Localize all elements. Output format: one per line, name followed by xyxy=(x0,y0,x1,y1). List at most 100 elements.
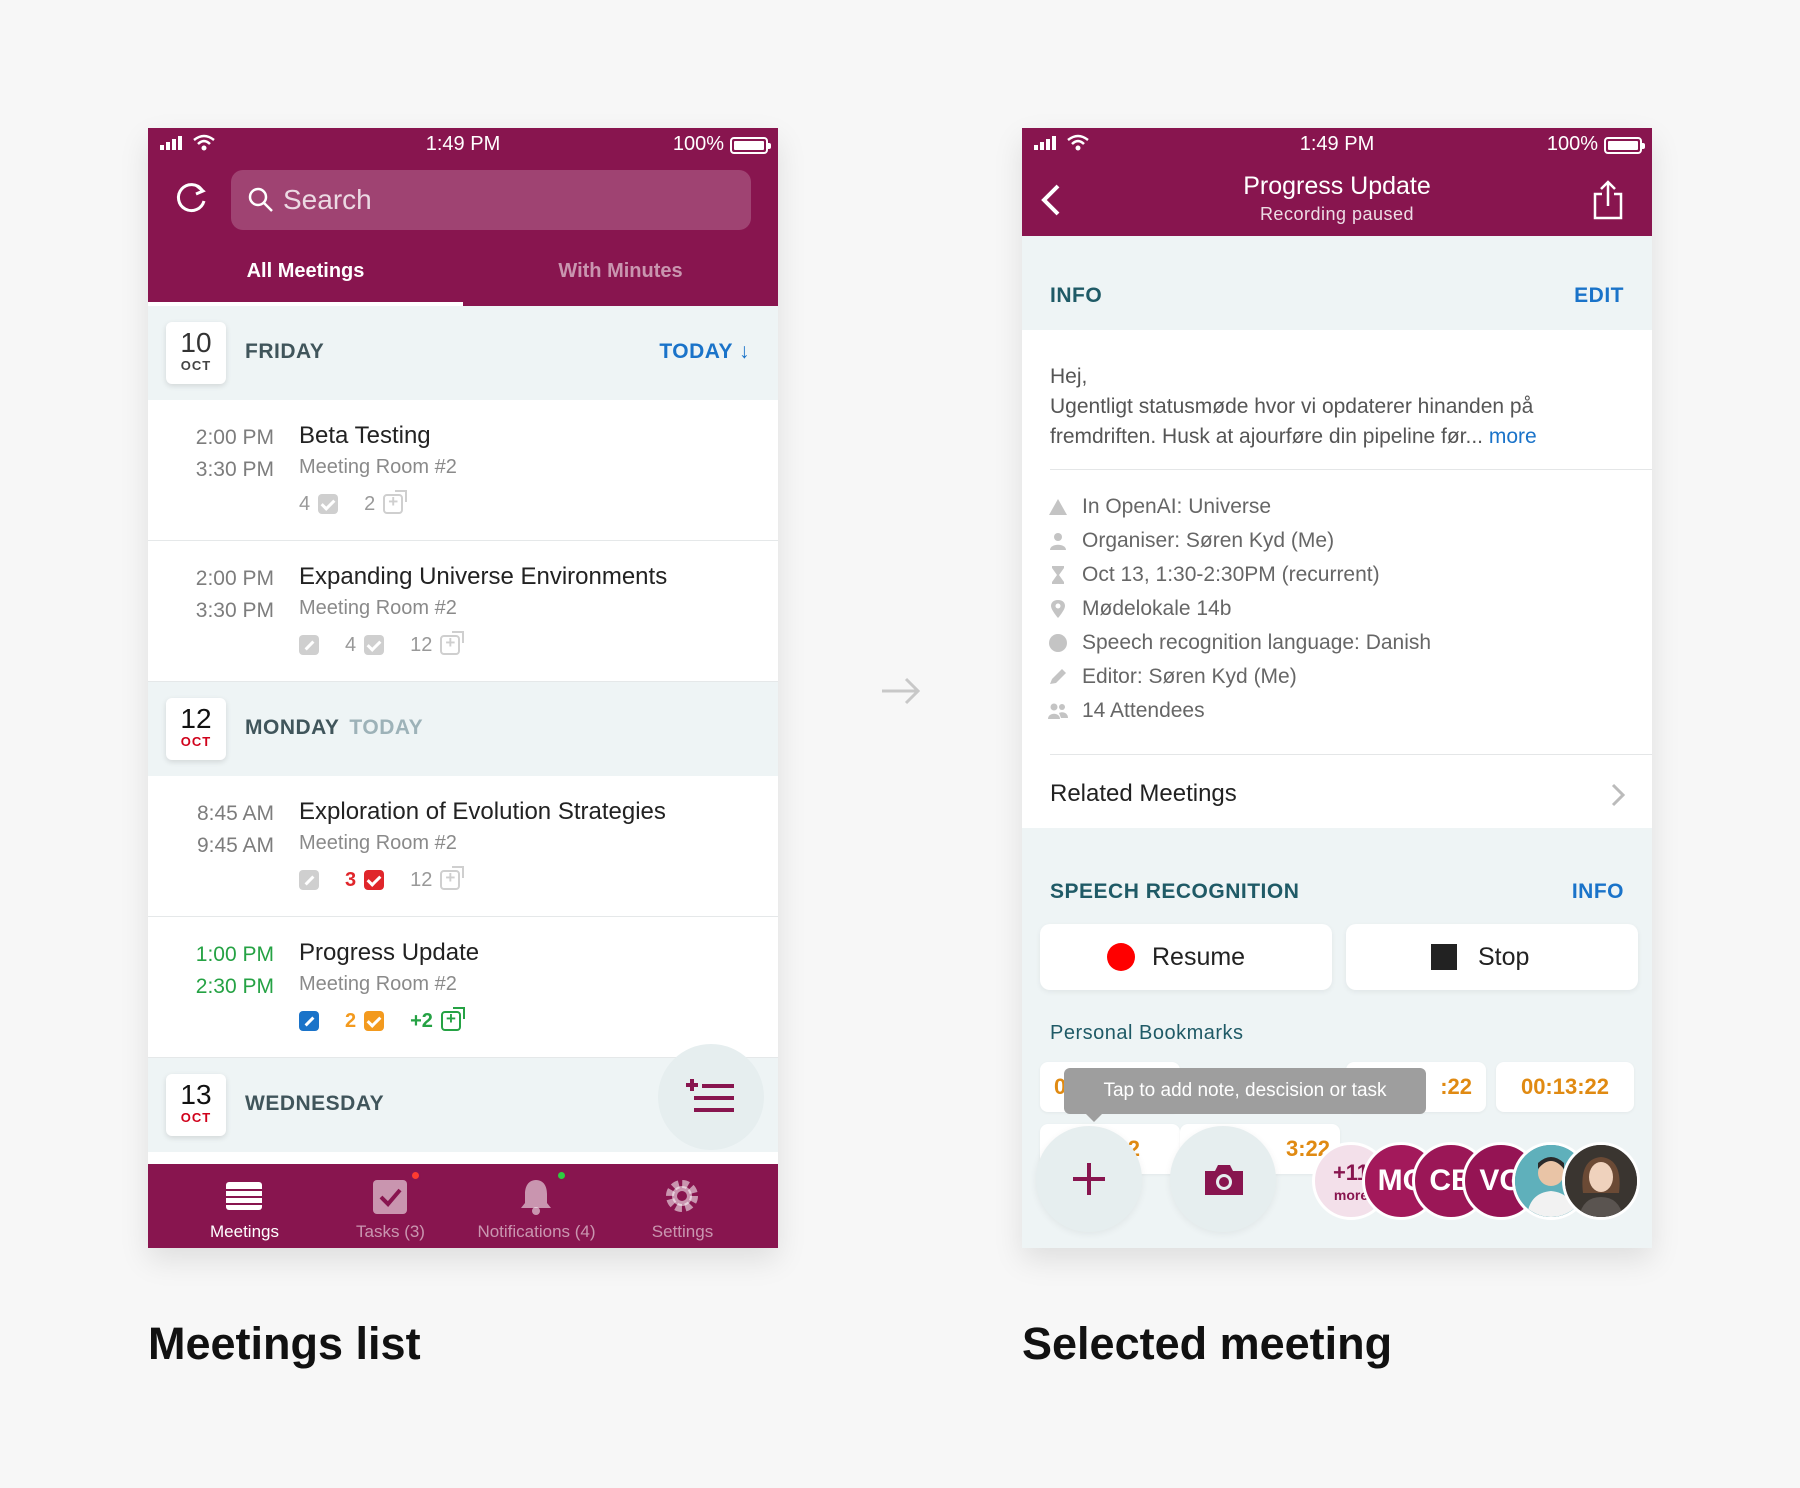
add-meeting-button[interactable] xyxy=(658,1044,764,1150)
chevron-right-icon[interactable] xyxy=(1610,782,1626,808)
meeting-room: Meeting Room #2 xyxy=(299,597,457,619)
meeting-start: 2:00 PM xyxy=(195,567,274,590)
day-name: MONDAY TODAY xyxy=(245,716,423,740)
day-name: WEDNESDAY xyxy=(245,1092,385,1115)
battery-percent: 100% xyxy=(672,133,724,155)
date-badge: 10 OCT xyxy=(166,322,226,384)
meeting-row[interactable]: 1:00 PM 2:30 PM Progress Update Meeting R… xyxy=(148,917,778,1058)
duplicate-icon xyxy=(383,490,408,514)
stop-recording-button[interactable]: Stop xyxy=(1346,924,1638,990)
day-header: 10 OCT FRIDAY TODAY ↓ xyxy=(148,306,778,400)
edit-note-icon xyxy=(299,870,319,890)
description-line: fremdriften. Husk at ajourføre din pipel… xyxy=(1050,425,1484,448)
add-note-button[interactable] xyxy=(1036,1126,1142,1232)
meeting-row[interactable]: 2:00 PM 3:30 PM Beta Testing Meeting Room… xyxy=(148,400,778,541)
property-text: Mødelokale 14b xyxy=(1082,597,1232,620)
camera-icon xyxy=(1205,1165,1243,1195)
date-month: OCT xyxy=(180,358,212,373)
location-pin-icon xyxy=(1051,600,1065,618)
caption-meetings-list: Meetings list xyxy=(148,1318,421,1369)
duplicate-icon xyxy=(440,866,465,890)
tab-with-minutes[interactable]: With Minutes xyxy=(463,256,778,306)
task-count: 4 xyxy=(299,492,311,515)
jump-to-today-link[interactable]: TODAY ↓ xyxy=(659,340,750,364)
meeting-row[interactable]: 2:00 PM 3:30 PM Expanding Universe Enviro… xyxy=(148,541,778,682)
meetings-list-icon xyxy=(226,1182,262,1210)
battery-icon xyxy=(730,137,771,154)
edit-button[interactable]: EDIT xyxy=(1574,284,1624,308)
more-link[interactable]: more xyxy=(1489,425,1537,448)
info-section-label: INFO xyxy=(1050,284,1103,307)
edit-note-icon xyxy=(299,635,319,655)
notification-dot xyxy=(556,1170,567,1181)
related-meetings-link[interactable]: Related Meetings xyxy=(1050,780,1237,808)
attendees-icon xyxy=(1048,703,1068,719)
meetings-list-screen: 1:49 PM 100% All Meetings With Minutes 1… xyxy=(148,128,778,1248)
status-bar: 1:49 PM 100% xyxy=(148,128,778,160)
add-note-tooltip: Tap to add note, descision or task xyxy=(1064,1068,1426,1122)
tab-all-meetings[interactable]: All Meetings xyxy=(148,256,463,306)
property-text: Editor: Søren Kyd (Me) xyxy=(1082,665,1297,688)
battery-icon xyxy=(1604,137,1645,154)
pencil-icon xyxy=(1050,669,1066,684)
meeting-tabs: All Meetings With Minutes xyxy=(148,256,778,306)
copy-count: 12 xyxy=(410,868,433,891)
meeting-start: 1:00 PM xyxy=(195,943,274,966)
person-icon xyxy=(1050,533,1066,550)
meeting-title: Progress Update xyxy=(1243,172,1431,200)
date-badge: 12 OCT xyxy=(166,698,226,760)
description-line: Ugentligt statusmøde hvor vi opdaterer h… xyxy=(1050,395,1534,418)
camera-button[interactable] xyxy=(1170,1126,1276,1232)
meeting-stats: 4 2 xyxy=(299,490,408,516)
app-header: 1:49 PM 100% All Meetings With Minutes xyxy=(148,128,778,306)
bookmark-chip[interactable]: 00:13:22 xyxy=(1496,1062,1634,1112)
avatar-photo[interactable] xyxy=(1562,1142,1640,1220)
add-list-icon xyxy=(686,1079,734,1112)
meeting-stats: 4 12 xyxy=(299,631,465,657)
property-text: Oct 13, 1:30-2:30PM (recurrent) xyxy=(1082,563,1380,586)
tab-notifications[interactable]: Notifications (4) xyxy=(458,1164,615,1248)
meeting-end: 3:30 PM xyxy=(195,458,274,481)
tab-label: Tasks (3) xyxy=(356,1222,425,1241)
property-workspace: In OpenAI: Universe xyxy=(1048,490,1628,524)
property-organiser: Organiser: Søren Kyd (Me) xyxy=(1048,524,1628,558)
record-icon xyxy=(1107,943,1135,971)
meeting-room: Meeting Room #2 xyxy=(299,973,457,995)
selected-meeting-screen: 1:49 PM 100% Progress Update Recording p… xyxy=(1022,128,1652,1248)
notification-dot xyxy=(410,1170,421,1181)
share-icon[interactable] xyxy=(1590,180,1626,220)
property-language: Speech recognition language: Danish xyxy=(1048,626,1628,660)
divider xyxy=(1050,754,1652,755)
speech-info-button[interactable]: INFO xyxy=(1572,880,1624,904)
property-text: Speech recognition language: Danish xyxy=(1082,631,1432,654)
plus-icon xyxy=(1073,1163,1105,1195)
checkbox-icon xyxy=(364,1011,385,1031)
speech-recognition-label: SPEECH RECOGNITION xyxy=(1050,880,1300,903)
date-month: OCT xyxy=(180,1110,212,1125)
meeting-row[interactable]: 8:45 AM 9:45 AM Exploration of Evolution … xyxy=(148,776,778,917)
duplicate-icon xyxy=(440,1007,465,1031)
info-card: Hej, Ugentligt statusmøde hvor vi opdate… xyxy=(1022,330,1652,828)
search-bar[interactable] xyxy=(231,170,751,230)
meeting-description: Hej, Ugentligt statusmøde hvor vi opdate… xyxy=(1050,362,1630,452)
divider xyxy=(1050,469,1652,470)
meeting-times: 1:00 PM 2:30 PM xyxy=(164,939,274,1003)
day-name-text: MONDAY xyxy=(245,716,340,739)
meeting-title: Expanding Universe Environments xyxy=(299,563,668,590)
tab-settings[interactable]: Settings xyxy=(604,1164,761,1248)
edit-note-icon xyxy=(299,1011,319,1031)
meeting-start: 2:00 PM xyxy=(195,426,274,449)
search-input[interactable] xyxy=(283,170,723,230)
refresh-icon[interactable] xyxy=(172,180,210,218)
tab-tasks[interactable]: Tasks (3) xyxy=(312,1164,469,1248)
tab-meetings[interactable]: Meetings xyxy=(166,1164,323,1248)
meeting-start: 8:45 AM xyxy=(196,802,274,825)
bottom-tab-bar: Meetings Tasks (3) Notifications (4) Set… xyxy=(148,1164,778,1248)
date-month: OCT xyxy=(180,734,212,749)
caption-selected-meeting: Selected meeting xyxy=(1022,1318,1393,1369)
property-text: 14 Attendees xyxy=(1082,699,1205,722)
task-count: 4 xyxy=(345,633,357,656)
checkbox-icon xyxy=(364,870,385,890)
tasks-check-icon xyxy=(373,1180,407,1214)
resume-recording-button[interactable]: Resume xyxy=(1040,924,1332,990)
